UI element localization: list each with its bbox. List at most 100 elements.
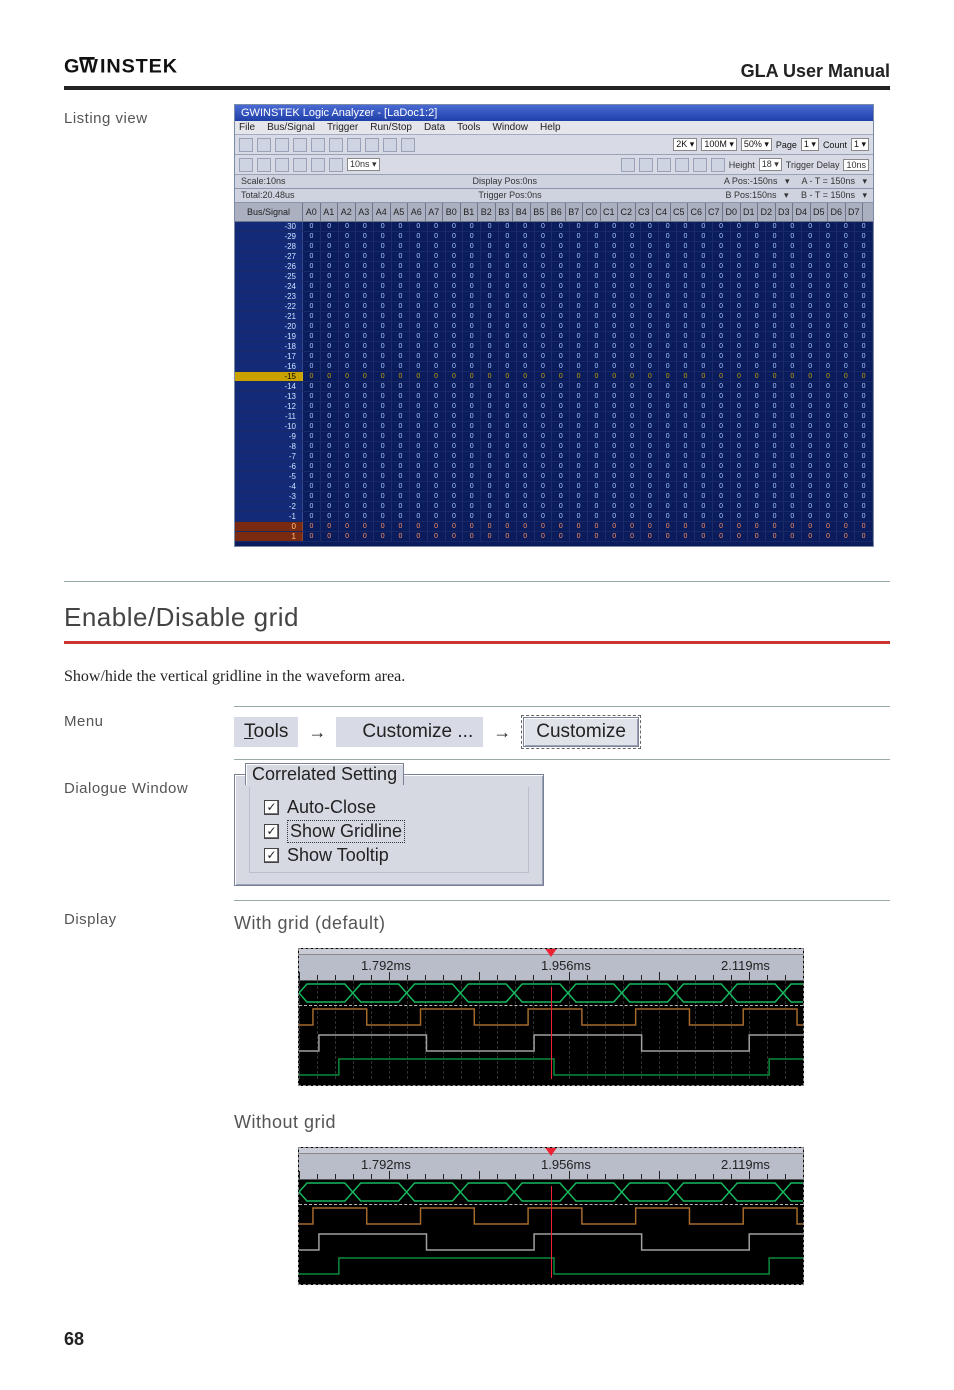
data-cell: 0 <box>748 252 766 261</box>
data-cell: 0 <box>820 482 838 491</box>
page-select[interactable]: 1 ▾ <box>801 138 819 151</box>
data-cell: 0 <box>517 392 535 401</box>
data-cell: 0 <box>855 372 873 381</box>
row-index: -26 <box>235 262 303 271</box>
toolbar-icon[interactable] <box>329 158 343 172</box>
data-cell: 0 <box>748 242 766 251</box>
toolbar-icon[interactable] <box>675 158 689 172</box>
toolbar-icon[interactable] <box>275 158 289 172</box>
toolbar-icon[interactable] <box>621 158 635 172</box>
menu-item-customize[interactable]: Customize ... <box>336 717 483 747</box>
data-cell: 0 <box>659 412 677 421</box>
data-cell: 0 <box>321 512 339 521</box>
data-cell: 0 <box>552 302 570 311</box>
column-header: D4 <box>793 203 811 221</box>
toolbar-icon[interactable] <box>711 158 725 172</box>
app-menubar-item[interactable]: Trigger <box>327 122 358 133</box>
data-cell: 0 <box>588 452 606 461</box>
data-cell: 0 <box>695 382 713 391</box>
data-cell: 0 <box>731 502 749 511</box>
checkbox-show-gridline[interactable]: ✓ <box>264 824 279 839</box>
data-cell: 0 <box>481 432 499 441</box>
toolbar-icon[interactable] <box>239 138 253 152</box>
timebase-select[interactable]: 10ns ▾ <box>347 158 380 171</box>
data-cell: 0 <box>659 332 677 341</box>
data-cell: 0 <box>517 512 535 521</box>
toolbar-icon[interactable] <box>293 158 307 172</box>
data-cell: 0 <box>820 222 838 231</box>
toolbar-icon[interactable] <box>257 138 271 152</box>
rate2-select[interactable]: 100M ▾ <box>701 138 737 151</box>
data-cell: 0 <box>606 392 624 401</box>
data-cell: 0 <box>356 262 374 271</box>
data-cell: 0 <box>428 472 446 481</box>
column-header: B2 <box>478 203 496 221</box>
data-cell: 0 <box>695 432 713 441</box>
toolbar-icon[interactable] <box>293 138 307 152</box>
data-cell: 0 <box>588 382 606 391</box>
toolbar-icon[interactable] <box>639 158 653 172</box>
data-cell: 0 <box>517 472 535 481</box>
trigger-delay-field[interactable]: 10ns <box>843 159 869 171</box>
data-row: -600000000000000000000000000000000 <box>235 462 873 472</box>
app-menubar-item[interactable]: Window <box>492 122 528 133</box>
zoom-select[interactable]: 50% ▾ <box>741 138 772 151</box>
data-cell: 0 <box>713 432 731 441</box>
data-cell: 0 <box>641 482 659 491</box>
app-menubar-item[interactable]: File <box>239 122 255 133</box>
data-cell: 0 <box>588 412 606 421</box>
toolbar-icon[interactable] <box>257 158 271 172</box>
data-cell: 0 <box>321 442 339 451</box>
data-cell: 0 <box>446 382 464 391</box>
toolbar-icon[interactable] <box>275 138 289 152</box>
data-cell: 0 <box>695 482 713 491</box>
app-menubar-item[interactable]: Help <box>540 122 561 133</box>
toolbar-icon[interactable] <box>347 138 361 152</box>
app-menubar-item[interactable]: Data <box>424 122 445 133</box>
data-cell: 0 <box>606 322 624 331</box>
data-cell: 0 <box>499 462 517 471</box>
data-cell: 0 <box>624 282 642 291</box>
data-cell: 0 <box>552 522 570 531</box>
data-cell: 0 <box>784 402 802 411</box>
data-cell: 0 <box>570 292 588 301</box>
data-row: -1400000000000000000000000000000000 <box>235 382 873 392</box>
data-cell: 0 <box>606 312 624 321</box>
checkbox-show-tooltip[interactable]: ✓ <box>264 848 279 863</box>
data-cell: 0 <box>802 422 820 431</box>
app-menubar-item[interactable]: Bus/Signal <box>267 122 315 133</box>
data-cell: 0 <box>321 522 339 531</box>
data-cell: 0 <box>570 282 588 291</box>
menu-item-tools[interactable]: Tools <box>234 717 298 747</box>
toolbar-icon[interactable] <box>311 138 325 152</box>
app-menubar-item[interactable]: Tools <box>457 122 480 133</box>
data-cell: 0 <box>820 382 838 391</box>
data-cell: 0 <box>659 402 677 411</box>
toolbar-icon[interactable] <box>401 138 415 152</box>
data-row: 100000000000000000000000000000000 <box>235 532 873 542</box>
data-cell: 0 <box>303 382 321 391</box>
data-cell: 0 <box>410 392 428 401</box>
data-cell: 0 <box>677 412 695 421</box>
height-select[interactable]: 18 ▾ <box>759 158 782 171</box>
checkbox-auto-close[interactable]: ✓ <box>264 800 279 815</box>
data-cell: 0 <box>552 362 570 371</box>
toolbar-icon[interactable] <box>311 158 325 172</box>
tab-customize[interactable]: Customize <box>523 717 639 747</box>
toolbar-icon[interactable] <box>383 138 397 152</box>
row-index: 0 <box>235 522 303 531</box>
row-index: -22 <box>235 302 303 311</box>
data-cell: 0 <box>784 472 802 481</box>
data-cell: 0 <box>446 522 464 531</box>
count-select[interactable]: 1 ▾ <box>851 138 869 151</box>
data-cell: 0 <box>659 242 677 251</box>
app-menubar-item[interactable]: Run/Stop <box>370 122 412 133</box>
toolbar-icon[interactable] <box>239 158 253 172</box>
data-cell: 0 <box>428 332 446 341</box>
toolbar-icon[interactable] <box>657 158 671 172</box>
toolbar-icon[interactable] <box>693 158 707 172</box>
toolbar-icon[interactable] <box>365 138 379 152</box>
rate-select[interactable]: 2K ▾ <box>673 138 697 151</box>
data-cell: 0 <box>535 232 553 241</box>
toolbar-icon[interactable] <box>329 138 343 152</box>
